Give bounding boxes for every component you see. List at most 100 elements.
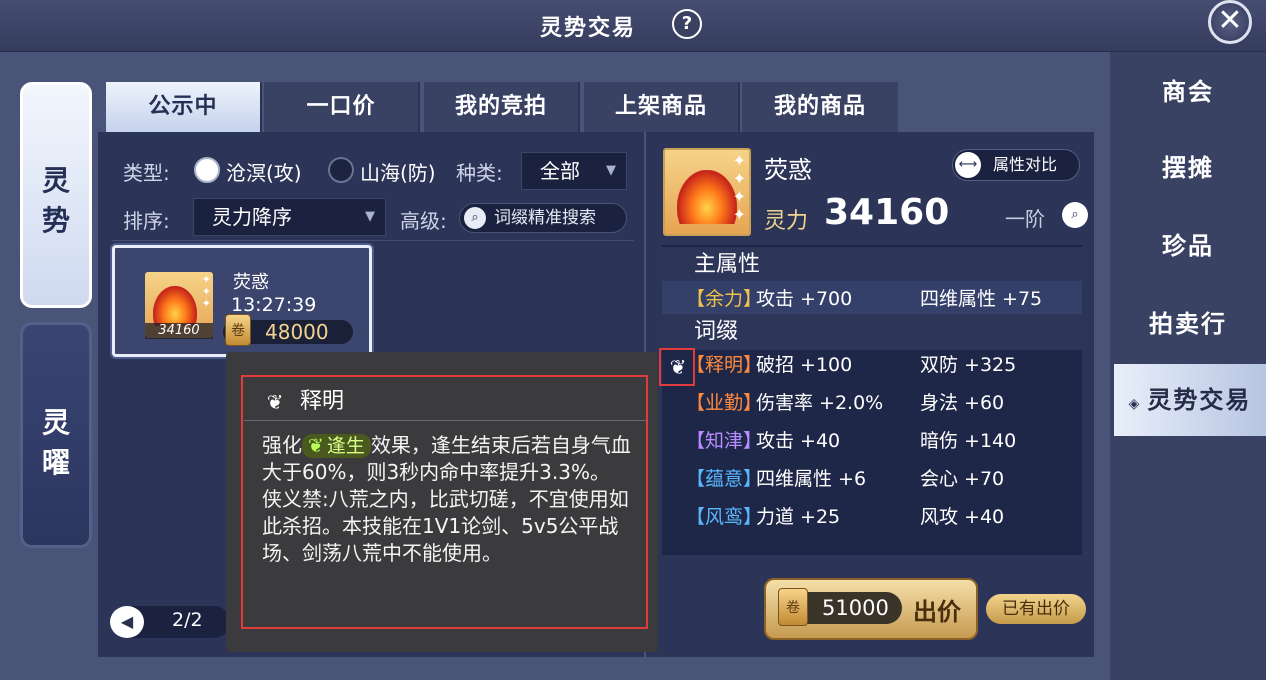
menu-item-shanghui[interactable]: 商会 <box>1110 56 1266 128</box>
menu-label: 商会 <box>1162 78 1214 106</box>
type-label: 类型: <box>123 161 170 185</box>
side-tab-lingyao[interactable]: 灵 曜 <box>20 322 92 548</box>
menu-label: 珍品 <box>1162 232 1214 260</box>
item-time: 13:27:39 <box>231 294 317 316</box>
affix-heading: 词缀 <box>662 314 1082 350</box>
grade-label: 一阶 <box>1005 207 1045 231</box>
buff-chip: ❦ 逢生 <box>302 434 371 458</box>
main-attr-row: 【余力】 攻击 +700 四维属性 +75 <box>662 281 1082 317</box>
affix-row[interactable]: 【知津】 攻击 +40 暗伤 +140 <box>662 423 1082 459</box>
item-power: 34160 <box>145 323 213 339</box>
compare-label: 属性对比 <box>993 155 1058 174</box>
side-tab-lingshi[interactable]: 灵 势 <box>20 82 92 308</box>
affix-tag: 【风鸾】 <box>686 506 763 528</box>
power-value: 34160 <box>824 192 950 233</box>
tab-my-bids[interactable]: 我的竞拍 <box>424 82 580 132</box>
tooltip-restriction: 侠义禁:八荒之内，比武切磋，不宜使用如此杀招。本技能在1V1论剑、5v5公平战场… <box>262 487 629 565</box>
compare-button[interactable]: ⟷ 属性对比 <box>952 149 1080 181</box>
affix-row[interactable]: 【风鸾】 力道 +25 风攻 +40 <box>662 499 1082 535</box>
menu-label: 灵势交易 <box>1147 386 1252 414</box>
lotus-icon[interactable]: ❦ <box>666 354 690 380</box>
bid-label[interactable]: 出价 <box>913 592 961 627</box>
kind-label: 种类: <box>456 161 503 185</box>
affix-tag: 【释明】 <box>686 354 763 376</box>
detail-name: 荧惑 <box>764 156 812 184</box>
attr-tag: 【余力】 <box>686 288 763 310</box>
pager: ◀ 2/2 <box>110 606 230 638</box>
affix-tag: 【知津】 <box>686 430 763 452</box>
affix-row[interactable]: 【蕴意】 四维属性 +6 会心 +70 <box>662 461 1082 497</box>
tab-buyout[interactable]: 一口价 <box>264 82 420 132</box>
sort-label: 排序: <box>123 209 170 233</box>
affix-value: 会心 +70 <box>920 468 1005 490</box>
leaf-icon: ❦ <box>308 435 324 457</box>
affix-value: 四维属性 +6 <box>756 468 867 490</box>
tab-listed[interactable]: 上架商品 <box>584 82 740 132</box>
title-bar: 灵势交易 ? ✕ <box>0 0 1266 52</box>
radio-shanhai[interactable] <box>328 157 354 183</box>
divider <box>112 240 634 241</box>
prev-page-button[interactable]: ◀ <box>110 606 144 638</box>
affix-tag: 【蕴意】 <box>686 468 763 490</box>
advanced-label: 高级: <box>400 209 447 233</box>
detail-thumbnail: ✦ ✦ ✦ ✦ <box>663 148 751 236</box>
search-icon[interactable]: ⌕ <box>1062 202 1088 228</box>
tooltip-header: ❦ 释明 <box>262 383 345 414</box>
affix-value: 破招 +100 <box>756 354 853 376</box>
affix-value: 双防 +325 <box>920 354 1017 376</box>
tooltip-body: 强化 ❦ 逢生 效果，逢生结束后若自身气血大于60%，则3秒内命中率提升3.3%。 侠… <box>262 432 642 567</box>
affix-row[interactable]: 【释明】 破招 +100 双防 +325 <box>662 347 1082 383</box>
tooltip-text: 强化 <box>262 433 302 457</box>
affix-value: 风攻 +40 <box>920 506 1005 528</box>
diamond-icon: ◈ <box>1128 396 1142 412</box>
chevron-down-icon: ▼ <box>365 209 375 224</box>
affix-value: 力道 +25 <box>756 506 841 528</box>
menu-label: 摆摊 <box>1162 154 1214 182</box>
affix-tag: 【业勤】 <box>686 392 763 414</box>
tab-public[interactable]: 公示中 <box>106 82 262 132</box>
search-icon: ⌕ <box>464 207 486 229</box>
currency-icon: 卷 <box>778 588 808 626</box>
right-menu: 商会 摆摊 珍品 拍卖行 ◈ 灵势交易 <box>1110 52 1266 680</box>
sort-select[interactable]: 灵力降序 ▼ <box>193 198 386 236</box>
tooltip-title: 释明 <box>300 389 345 414</box>
swap-arrows-icon: ⟷ <box>955 152 981 178</box>
tab-my-items[interactable]: 我的商品 <box>742 82 898 132</box>
kind-value: 全部 <box>540 159 580 183</box>
menu-label: 拍卖行 <box>1149 310 1227 338</box>
affix-value: 攻击 +40 <box>756 430 841 452</box>
affix-value: 伤害率 +2.0% <box>756 392 884 414</box>
flame-icon <box>153 286 197 326</box>
affix-value: 身法 +60 <box>920 392 1005 414</box>
menu-item-zhenpin[interactable]: 珍品 <box>1110 210 1266 282</box>
affix-row[interactable]: 【业勤】 伤害率 +2.0% 身法 +60 <box>662 385 1082 421</box>
type-option-defense[interactable]: 山海(防) <box>360 157 436 186</box>
page-indicator: 2/2 <box>172 609 203 631</box>
star-icons: ✦ ✦ ✦ ✦ <box>732 151 746 224</box>
search-label: 词缀精准搜索 <box>494 208 596 228</box>
power-label: 灵力 <box>764 209 809 234</box>
attr-value: 攻击 +700 <box>756 288 853 310</box>
radio-canming[interactable] <box>194 157 220 183</box>
chevron-down-icon: ▼ <box>606 163 616 178</box>
sort-value: 灵力降序 <box>212 205 292 229</box>
star-icons: ✦ ✦ ✦ <box>201 273 211 310</box>
type-option-attack[interactable]: 沧溟(攻) <box>226 157 302 186</box>
help-icon[interactable]: ? <box>672 9 702 39</box>
main-attr-heading: 主属性 <box>662 247 1082 283</box>
item-name: 荧惑 <box>233 272 269 293</box>
affix-search-button[interactable]: ⌕ 词缀精准搜索 <box>459 203 627 233</box>
menu-item-baitan[interactable]: 摆摊 <box>1110 132 1266 204</box>
bid-status-badge: 已有出价 <box>986 594 1086 624</box>
lotus-icon: ❦ <box>266 390 284 414</box>
menu-item-paimaihang[interactable]: 拍卖行 <box>1110 288 1266 360</box>
item-card[interactable]: ✦ ✦ ✦ 34160 荧惑 13:27:39 48000 卷 <box>112 245 372 357</box>
kind-select[interactable]: 全部 ▼ <box>521 152 627 190</box>
buff-name: 逢生 <box>326 435 365 457</box>
close-icon[interactable]: ✕ <box>1208 0 1252 44</box>
window-title: 灵势交易 <box>539 16 636 41</box>
tooltip-separator <box>244 420 646 421</box>
currency-icon: 卷 <box>225 314 251 346</box>
menu-item-lingshi-trade[interactable]: ◈ 灵势交易 <box>1114 364 1266 436</box>
affix-value: 暗伤 +140 <box>920 430 1017 452</box>
